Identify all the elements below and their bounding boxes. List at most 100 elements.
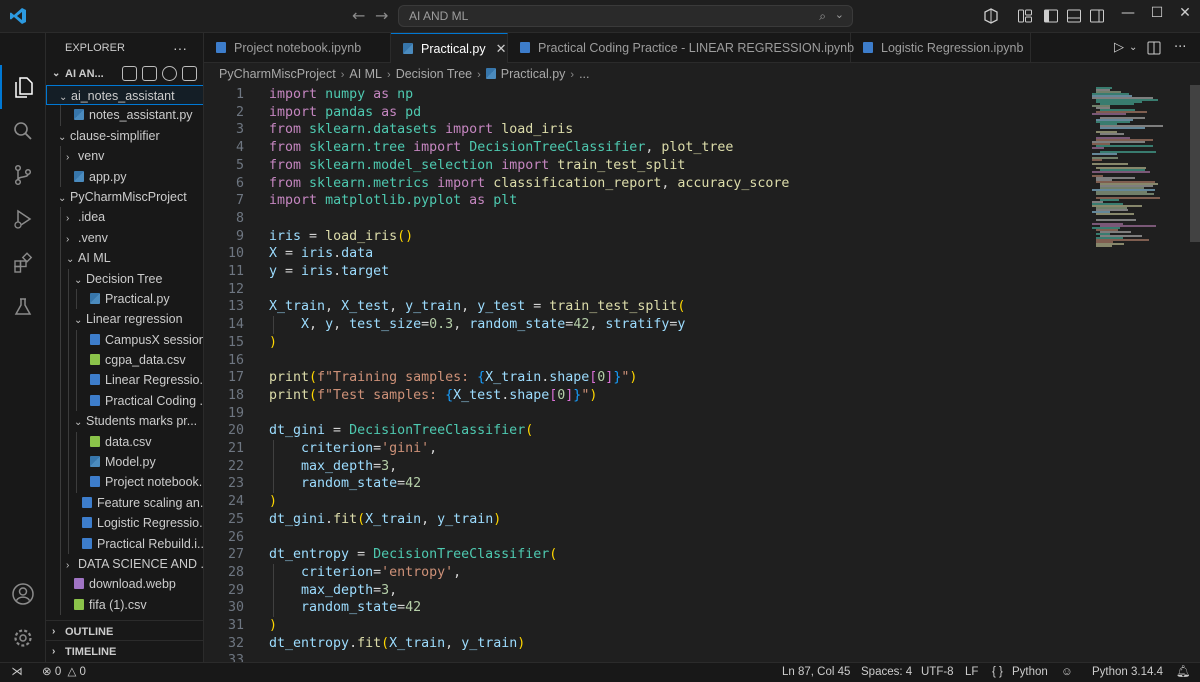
tree-file[interactable]: data.csv xyxy=(46,431,203,453)
tree-folder[interactable]: ⌄ ai_notes_assistant xyxy=(46,85,203,106)
minimize-button[interactable]: — xyxy=(1113,5,1143,21)
tree-file[interactable]: CampusX session... xyxy=(46,329,203,351)
encoding-setting[interactable]: UTF-8 xyxy=(921,663,954,682)
close-tab-icon[interactable]: ✕ xyxy=(496,41,507,56)
indentation-setting[interactable]: Spaces: 4 xyxy=(861,663,912,682)
code-line[interactable]: 4 from sklearn.tree import DecisionTreeCl… xyxy=(204,139,1084,157)
code-line[interactable]: 29 max_depth=3, xyxy=(204,582,1084,600)
code-line[interactable]: 17 print(f"Training samples: {X_train.sha… xyxy=(204,369,1084,387)
tree-folder[interactable]: ⌄ AI ML xyxy=(46,248,203,269)
remote-indicator-icon[interactable]: ⋊ xyxy=(0,663,34,682)
run-and-debug-icon[interactable] xyxy=(0,197,46,241)
timeline-section[interactable]: › TIMELINE xyxy=(46,640,203,662)
tree-file[interactable]: Logistic Regressio... xyxy=(46,513,203,534)
tree-file[interactable]: cgpa_data.csv xyxy=(46,350,203,371)
minimap[interactable] xyxy=(1090,85,1190,662)
tree-file[interactable]: app.py xyxy=(46,166,203,187)
source-control-icon[interactable] xyxy=(0,153,46,197)
code-line[interactable]: 28 criterion='entropy', xyxy=(204,564,1084,582)
toggle-panel-icon[interactable] xyxy=(1066,8,1082,24)
collapse-all-icon[interactable] xyxy=(182,66,197,81)
code-line[interactable]: 31) xyxy=(204,617,1084,635)
breadcrumb-item[interactable]: PyCharmMiscProject xyxy=(219,67,336,81)
forward-arrow-icon[interactable]: → xyxy=(375,6,388,26)
command-center-search[interactable]: AI AND ML ⌕ ⌄ xyxy=(398,5,853,27)
tree-file[interactable]: Practical Coding ... xyxy=(46,390,203,412)
code-line[interactable]: 9 iris = load_iris() xyxy=(204,228,1084,246)
code-editor[interactable]: 1 import numpy as np 2 import pandas as pd 3… xyxy=(204,85,1200,662)
workspace-section-header[interactable]: ⌄ AI AN... xyxy=(46,63,203,85)
tree-folder[interactable]: ⌄ PyCharmMiscProject xyxy=(46,187,203,207)
code-line[interactable]: 23 random_state=42 xyxy=(204,475,1084,493)
problems-indicator[interactable]: ⊗ 0 △ 0 xyxy=(42,663,86,682)
new-file-icon[interactable] xyxy=(122,66,137,81)
tree-folder[interactable]: › DATA SCIENCE AND ... xyxy=(46,553,203,575)
tab-practical-py[interactable]: Practical.py ✕ xyxy=(391,33,508,63)
breadcrumb-item[interactable]: Practical.py xyxy=(501,67,566,81)
maximize-button[interactable]: ☐ xyxy=(1142,5,1172,21)
testing-flask-icon[interactable] xyxy=(0,285,46,329)
tree-folder[interactable]: › venv xyxy=(46,146,203,167)
explorer-icon[interactable] xyxy=(0,65,46,109)
tree-file[interactable]: fifa (1).csv xyxy=(46,594,203,616)
run-dropdown-chevron-icon[interactable]: ⌄ xyxy=(1129,33,1137,63)
code-line[interactable]: 3 from sklearn.datasets import load_iris xyxy=(204,121,1084,139)
code-line[interactable]: 2 import pandas as pd xyxy=(204,104,1084,122)
code-line[interactable]: 16 xyxy=(204,352,1084,370)
split-editor-icon[interactable] xyxy=(1147,41,1161,55)
customize-layout-icon[interactable] xyxy=(1017,8,1033,24)
tree-folder[interactable]: ⌄ Students marks pr... xyxy=(46,411,203,432)
python-interpreter[interactable]: Python 3.14.4 xyxy=(1092,663,1163,682)
breadcrumb-item[interactable]: Decision Tree xyxy=(396,67,472,81)
run-python-file-icon[interactable]: ▷ xyxy=(1114,33,1124,63)
code-line[interactable]: 13 X_train, X_test, y_train, y_test = tra… xyxy=(204,298,1084,316)
code-line[interactable]: 19 xyxy=(204,405,1084,423)
toggle-primary-sidebar-icon[interactable] xyxy=(1043,8,1059,24)
copilot-chat-icon[interactable]: ⌕ xyxy=(819,9,826,24)
tab-practical-coding-practice[interactable]: Practical Coding Practice - LINEAR REGRE… xyxy=(508,33,854,63)
code-line[interactable]: 24) xyxy=(204,493,1084,511)
tree-file[interactable]: Practical Rebuild.i... xyxy=(46,533,203,554)
code-line[interactable]: 14 X, y, test_size=0.3, random_state=42,… xyxy=(204,316,1084,334)
extensions-icon[interactable] xyxy=(0,241,46,285)
code-line[interactable]: 10 X = iris.data xyxy=(204,245,1084,263)
language-status-braces-icon[interactable]: { } xyxy=(992,663,1003,682)
language-mode[interactable]: Python xyxy=(1012,663,1048,682)
code-line[interactable]: 18 print(f"Test samples: {X_test.shape[0]… xyxy=(204,387,1084,405)
code-line[interactable]: 33 xyxy=(204,652,1084,662)
notifications-bell-icon[interactable]: 🔔︎ xyxy=(1176,663,1191,682)
code-line[interactable]: 11 y = iris.target xyxy=(204,263,1084,281)
code-line[interactable]: 7 import matplotlib.pyplot as plt xyxy=(204,192,1084,210)
breadcrumb-item[interactable]: ... xyxy=(579,67,589,81)
code-line[interactable]: 21 criterion='gini', xyxy=(204,440,1084,458)
toggle-secondary-sidebar-icon[interactable] xyxy=(1089,8,1105,24)
tree-folder[interactable]: ⌄ clause-simplifier xyxy=(46,126,203,146)
tree-file[interactable]: Linear Regressio... xyxy=(46,370,203,391)
chevron-down-icon[interactable]: ⌄ xyxy=(835,8,844,21)
code-line[interactable]: 27 dt_entropy = DecisionTreeClassifier( xyxy=(204,546,1084,564)
tree-file[interactable]: Practical.py xyxy=(46,288,203,310)
code-line[interactable]: 15) xyxy=(204,334,1084,352)
copilot-status-icon[interactable]: ☺ xyxy=(1061,663,1073,682)
more-actions-icon[interactable]: ··· xyxy=(173,33,187,63)
tree-folder[interactable]: ⌄ Decision Tree xyxy=(46,268,203,289)
new-folder-icon[interactable] xyxy=(142,66,157,81)
copilot-icon[interactable] xyxy=(983,8,999,24)
code-line[interactable]: 12 xyxy=(204,281,1084,299)
code-line[interactable]: 6 from sklearn.metrics import classificat… xyxy=(204,175,1084,193)
code-line[interactable]: 5 from sklearn.model_selection import tra… xyxy=(204,157,1084,175)
tree-file[interactable]: Model.py xyxy=(46,452,203,473)
code-line[interactable]: 32 dt_entropy.fit(X_train, y_train) xyxy=(204,635,1084,653)
account-icon[interactable] xyxy=(0,572,46,616)
search-icon[interactable] xyxy=(0,109,46,153)
refresh-icon[interactable] xyxy=(162,66,177,81)
code-line[interactable]: 25 dt_gini.fit(X_train, y_train) xyxy=(204,511,1084,529)
tree-file[interactable]: Feature scaling an... xyxy=(46,492,203,514)
code-line[interactable]: 26 xyxy=(204,529,1084,547)
settings-gear-icon[interactable] xyxy=(0,616,46,660)
tree-folder[interactable]: ⌄ Linear regression xyxy=(46,309,203,330)
tree-file[interactable]: notes_assistant.py xyxy=(46,105,203,126)
code-line[interactable]: 20 dt_gini = DecisionTreeClassifier( xyxy=(204,422,1084,440)
tree-file[interactable]: Project notebook... xyxy=(46,472,203,493)
tree-file[interactable]: download.webp xyxy=(46,574,203,595)
